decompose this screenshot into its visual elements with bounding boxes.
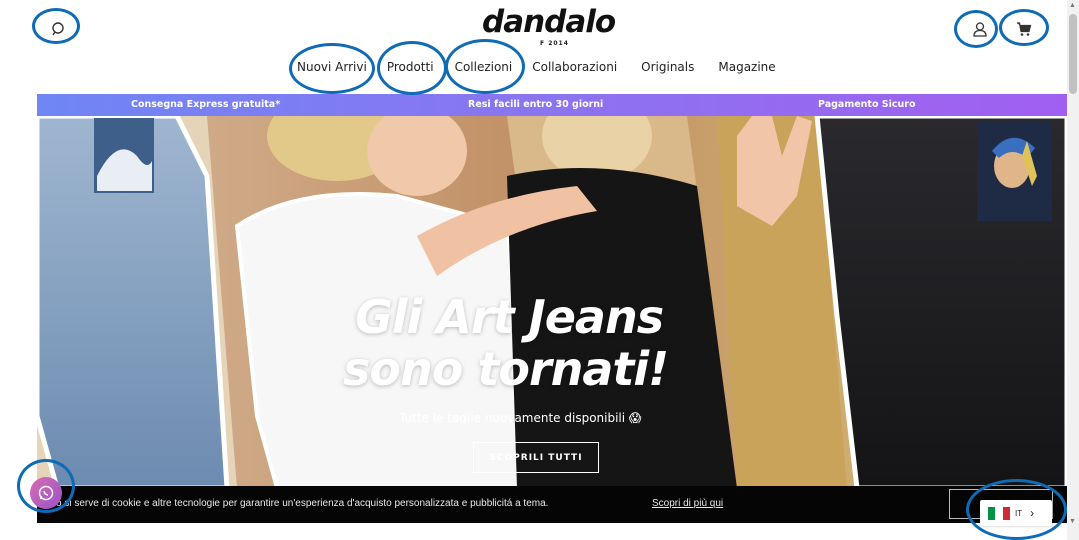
language-selector[interactable]: IT › bbox=[980, 500, 1052, 526]
shop-all-button[interactable]: SCOPRILI TUTTI bbox=[473, 442, 599, 473]
announcement-shipping: Consegna Express gratuita* bbox=[131, 99, 281, 110]
announcement-returns: Resi facili entro 30 giorni bbox=[468, 99, 604, 110]
nav-originals[interactable]: Originals bbox=[641, 60, 694, 74]
logo-tagline: F 2014 bbox=[540, 40, 569, 47]
italy-flag-icon bbox=[988, 506, 1010, 520]
announcement-bar: Consegna Express gratuita* Resi facili e… bbox=[37, 94, 1067, 116]
nav-collezioni[interactable]: Collezioni bbox=[455, 60, 513, 74]
hero-banner[interactable]: Gli Art Jeans sono tornati! Tutte le tag… bbox=[37, 116, 1067, 488]
language-code: IT bbox=[1015, 508, 1023, 518]
chat-button[interactable] bbox=[30, 477, 62, 509]
cart-button[interactable] bbox=[1013, 18, 1035, 40]
hero-subtitle: Tutte le taglie nuovamente disponibili 😱 bbox=[399, 411, 642, 425]
nav-nuovi-arrivi[interactable]: Nuovi Arrivi bbox=[297, 60, 367, 74]
announcement-payment: Pagamento Sicuro bbox=[818, 99, 916, 110]
scroll-up-arrow[interactable]: ▲ bbox=[1069, 2, 1076, 9]
search-icon bbox=[52, 22, 64, 36]
cookie-text: o si serve di cookie e altre tecnologie … bbox=[56, 498, 549, 509]
user-icon bbox=[973, 22, 987, 37]
site-logo[interactable]: dandalo bbox=[482, 4, 616, 40]
page-scrollbar[interactable]: ▲ ▼ bbox=[1067, 0, 1079, 540]
nav-magazine[interactable]: Magazine bbox=[718, 60, 775, 74]
search-button[interactable] bbox=[47, 18, 69, 40]
cart-icon bbox=[1017, 22, 1032, 36]
nav-collaborazioni[interactable]: Collaborazioni bbox=[532, 60, 617, 74]
scroll-down-arrow[interactable]: ▼ bbox=[1069, 518, 1076, 525]
hero-headline-line2: sono tornati! bbox=[343, 342, 669, 396]
page-bottom bbox=[0, 523, 1067, 540]
cookie-more-link[interactable]: Scopri di più qui bbox=[652, 498, 723, 509]
site-header: dandalo F 2014 Nuovi Arrivi Prodotti Col… bbox=[0, 0, 1067, 94]
account-button[interactable] bbox=[969, 18, 991, 40]
cookie-banner: o si serve di cookie e altre tecnologie … bbox=[37, 486, 1067, 523]
chevron-right-icon: › bbox=[1030, 506, 1035, 520]
whatsapp-icon bbox=[38, 485, 54, 501]
nav-prodotti[interactable]: Prodotti bbox=[387, 60, 434, 74]
scroll-thumb[interactable] bbox=[1069, 14, 1077, 94]
hero-headline-line1: Gli Art Jeans bbox=[355, 290, 664, 344]
main-nav: Nuovi Arrivi Prodotti Collezioni Collabo… bbox=[297, 60, 776, 74]
